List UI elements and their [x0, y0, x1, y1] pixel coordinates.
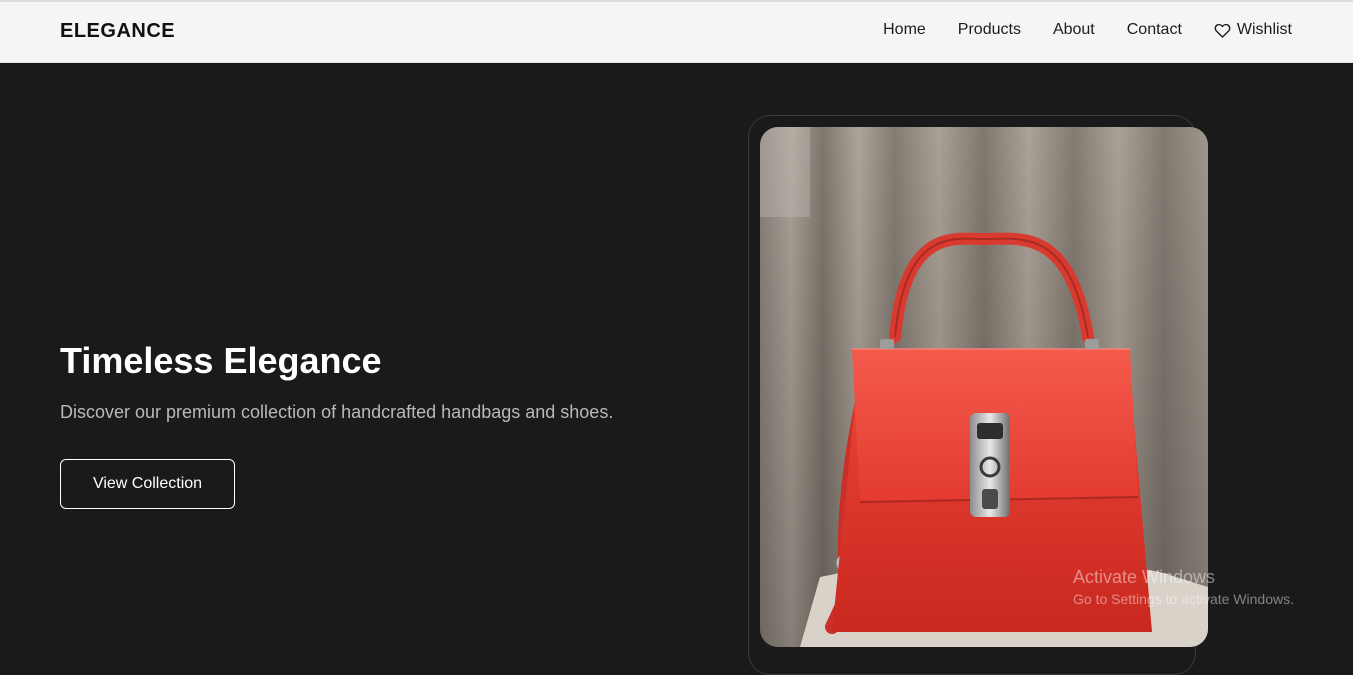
nav-link-about[interactable]: About — [1053, 21, 1095, 39]
view-collection-button[interactable]: View Collection — [60, 459, 235, 509]
activate-windows-watermark: Activate Windows Go to Settings to activ… — [1073, 567, 1294, 607]
heart-icon — [1214, 23, 1231, 38]
navbar: ELEGANCE Home Products About Contact Wis… — [0, 2, 1353, 63]
brand-logo[interactable]: ELEGANCE — [60, 20, 175, 43]
hero-title: Timeless Elegance — [60, 340, 382, 381]
watermark-title: Activate Windows — [1073, 567, 1216, 587]
nav-link-products[interactable]: Products — [958, 21, 1021, 39]
nav-link-home[interactable]: Home — [883, 21, 926, 39]
nav-link-contact[interactable]: Contact — [1127, 21, 1182, 39]
nav-links: Home Products About Contact Wishlist — [883, 21, 1292, 39]
watermark-subtitle: Go to Settings to activate Windows. — [1073, 591, 1294, 607]
wishlist-label: Wishlist — [1236, 21, 1292, 38]
nav-link-wishlist[interactable]: Wishlist — [1214, 21, 1292, 39]
hero-subtitle: Discover our premium collection of handc… — [60, 402, 614, 422]
